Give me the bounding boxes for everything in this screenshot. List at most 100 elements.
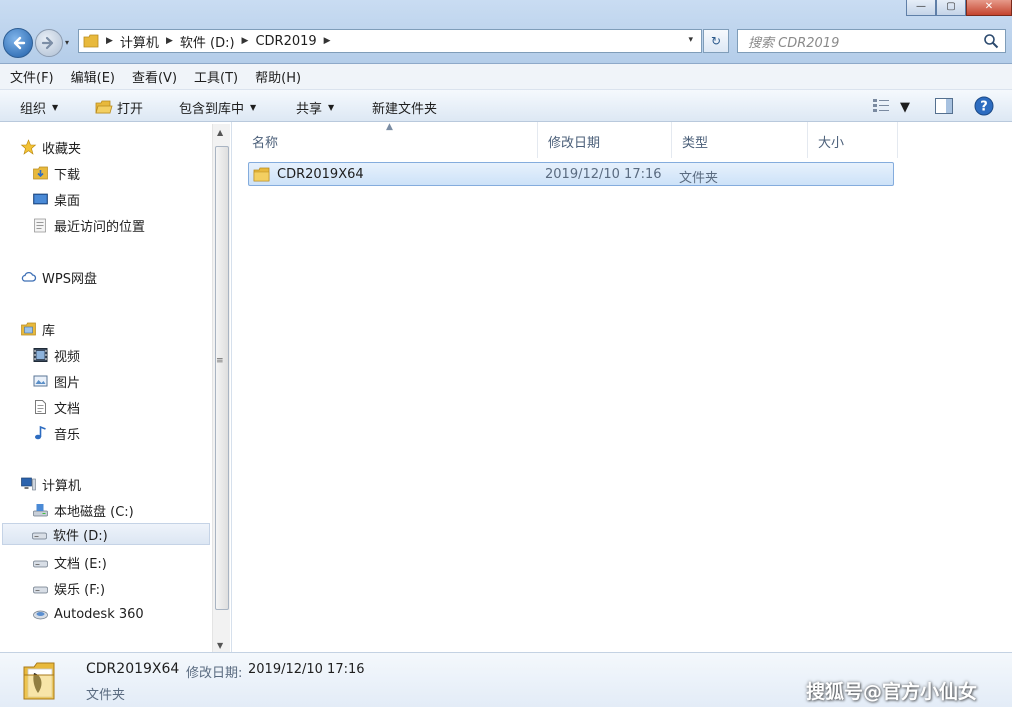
breadcrumb-computer[interactable]: 计算机 xyxy=(120,32,159,51)
sidebar-favorites[interactable]: 收藏夹 xyxy=(20,136,81,158)
include-in-library-label: 包含到库中 xyxy=(179,102,245,117)
sidebar-item-label: 文档 (E:) xyxy=(54,556,107,572)
details-file-name: CDR2019X64 xyxy=(86,661,180,677)
breadcrumb-separator[interactable]: ▶ xyxy=(324,36,331,46)
sidebar-item-label: 音乐 xyxy=(54,427,81,443)
sidebar-item-label: 文档 xyxy=(54,401,81,417)
sidebar-wps-label: WPS网盘 xyxy=(42,271,97,287)
sidebar-item-desktop[interactable]: 桌面 xyxy=(32,188,80,210)
breadcrumb-separator[interactable]: ▶ xyxy=(166,36,173,46)
table-row[interactable]: CDR2019X64 2019/12/10 17:16 文件夹 xyxy=(248,162,894,186)
sidebar-computer-label: 计算机 xyxy=(42,478,82,494)
forward-button[interactable] xyxy=(35,29,63,57)
sidebar-libraries[interactable]: 库 xyxy=(20,318,55,340)
search-placeholder: 搜索 CDR2019 xyxy=(748,35,840,51)
command-bar: 组织 ▼ 打开 包含到库中 ▼ 共享 ▼ 新建文件夹 ▼ ? xyxy=(0,90,1012,122)
sidebar-item-videos[interactable]: 视频 xyxy=(32,344,80,366)
sidebar-item-label: 图片 xyxy=(54,375,81,391)
menu-tools[interactable]: 工具(T) xyxy=(194,67,238,86)
organize-button[interactable]: 组织 ▼ xyxy=(20,98,58,117)
cloud-icon xyxy=(21,271,37,282)
scroll-down-arrow-icon[interactable]: ▼ xyxy=(217,641,223,650)
recent-pages-dropdown[interactable]: ▾ xyxy=(65,38,69,47)
sidebar-item-pictures[interactable]: 图片 xyxy=(32,370,80,392)
video-icon xyxy=(33,348,48,362)
sidebar-libraries-label: 库 xyxy=(42,323,56,339)
close-button[interactable]: ✕ xyxy=(966,0,1012,16)
file-type: 文件夹 xyxy=(679,171,719,186)
sidebar-favorites-label: 收藏夹 xyxy=(42,141,82,157)
open-folder-icon xyxy=(95,100,113,114)
search-input[interactable]: 搜索 CDR2019 xyxy=(737,29,1006,53)
sidebar-item-label: Autodesk 360 xyxy=(54,606,144,622)
address-bar[interactable]: ▶ 计算机 ▶ 软件 (D:) ▶ CDR2019 ▶ ▾ xyxy=(78,29,702,53)
view-options-dropdown[interactable]: ▼ xyxy=(900,100,910,115)
view-list-icon xyxy=(873,99,889,112)
details-modified-value: 2019/12/10 17:16 xyxy=(248,662,365,677)
sidebar-wps-cloud[interactable]: WPS网盘 xyxy=(20,266,97,288)
sidebar-item-drive-c[interactable]: 本地磁盘 (C:) xyxy=(32,499,134,521)
sidebar-item-music[interactable]: 音乐 xyxy=(32,422,80,444)
open-button[interactable]: 打开 xyxy=(95,98,143,117)
help-icon: ? xyxy=(974,96,994,116)
details-pane: CDR2019X64 修改日期: 2019/12/10 17:16 文件夹 搜狐… xyxy=(0,652,1012,707)
sidebar-item-label: 娱乐 (F:) xyxy=(54,582,106,598)
sidebar-item-recent-places[interactable]: 最近访问的位置 xyxy=(32,214,145,236)
network-drive-icon xyxy=(33,610,48,620)
file-list-pane: ▲ 名称 修改日期 类型 大小 CDR2019X64 2019/12/10 17… xyxy=(232,122,1012,652)
breadcrumb-separator[interactable]: ▶ xyxy=(242,36,249,46)
new-folder-label: 新建文件夹 xyxy=(372,102,438,117)
sidebar-item-documents[interactable]: 文档 xyxy=(32,396,80,418)
forward-arrow-icon xyxy=(41,36,54,50)
sidebar-computer[interactable]: 计算机 xyxy=(20,473,81,495)
breadcrumb-drive-d[interactable]: 软件 (D:) xyxy=(180,32,235,51)
back-arrow-icon xyxy=(13,36,26,50)
sidebar-item-autodesk-360[interactable]: Autodesk 360 xyxy=(32,603,144,625)
preview-pane-icon xyxy=(935,98,953,114)
sidebar-item-downloads[interactable]: 下载 xyxy=(32,162,80,184)
sidebar-item-drive-f[interactable]: 娱乐 (F:) xyxy=(32,577,105,599)
search-icon[interactable] xyxy=(983,33,999,49)
recent-places-icon xyxy=(34,218,46,233)
watermark-text: 搜狐号@官方小仙女 xyxy=(806,681,978,703)
maximize-button[interactable]: ▢ xyxy=(936,0,966,16)
scroll-up-arrow-icon[interactable]: ▲ xyxy=(217,128,223,137)
include-in-library-button[interactable]: 包含到库中 ▼ xyxy=(179,98,256,117)
preview-pane-button[interactable] xyxy=(934,97,954,119)
column-header-name[interactable]: 名称 xyxy=(242,122,538,158)
system-drive-icon xyxy=(33,504,48,517)
refresh-button[interactable]: ↻ xyxy=(703,29,729,53)
file-name: CDR2019X64 xyxy=(277,167,364,182)
desktop-icon xyxy=(33,193,48,205)
address-history-dropdown[interactable]: ▾ xyxy=(688,35,693,45)
computer-icon xyxy=(21,477,36,491)
menu-help[interactable]: 帮助(H) xyxy=(255,67,301,86)
share-button[interactable]: 共享 ▼ xyxy=(296,98,334,117)
scrollbar-thumb[interactable] xyxy=(215,146,229,610)
new-folder-button[interactable]: 新建文件夹 xyxy=(372,98,437,117)
menu-edit[interactable]: 编辑(E) xyxy=(71,67,115,86)
pictures-icon xyxy=(33,375,48,387)
change-view-button[interactable] xyxy=(872,97,890,117)
library-icon xyxy=(21,322,36,336)
minimize-button[interactable]: — xyxy=(906,0,936,16)
back-button[interactable] xyxy=(3,28,33,58)
details-modified-label: 修改日期: xyxy=(186,666,243,681)
breadcrumb-separator[interactable]: ▶ xyxy=(106,36,113,46)
breadcrumb-cdr2019[interactable]: CDR2019 xyxy=(255,34,316,49)
sidebar-item-drive-e[interactable]: 文档 (E:) xyxy=(32,551,107,573)
scrollbar-grip-icon: ≡ xyxy=(216,356,224,366)
folder-icon xyxy=(253,167,270,182)
document-icon xyxy=(35,400,46,414)
sidebar-item-label: 最近访问的位置 xyxy=(54,219,146,235)
sidebar-item-drive-d[interactable]: 软件 (D:) xyxy=(2,523,210,545)
sidebar-item-label: 视频 xyxy=(54,349,81,365)
column-header-size[interactable]: 大小 xyxy=(808,122,898,158)
navigation-scrollbar[interactable]: ▲ ≡ ▼ xyxy=(212,124,230,652)
title-address-bar: — ▢ ✕ ▾ ▶ 计算机 ▶ 软件 (D:) ▶ CDR2019 ▶ ▾ ↻ … xyxy=(0,0,1012,64)
menu-view[interactable]: 查看(V) xyxy=(132,67,177,86)
help-button[interactable]: ? xyxy=(974,96,994,120)
column-header-type[interactable]: 类型 xyxy=(672,122,808,158)
column-header-date-modified[interactable]: 修改日期 xyxy=(538,122,672,158)
menu-file[interactable]: 文件(F) xyxy=(10,67,54,86)
